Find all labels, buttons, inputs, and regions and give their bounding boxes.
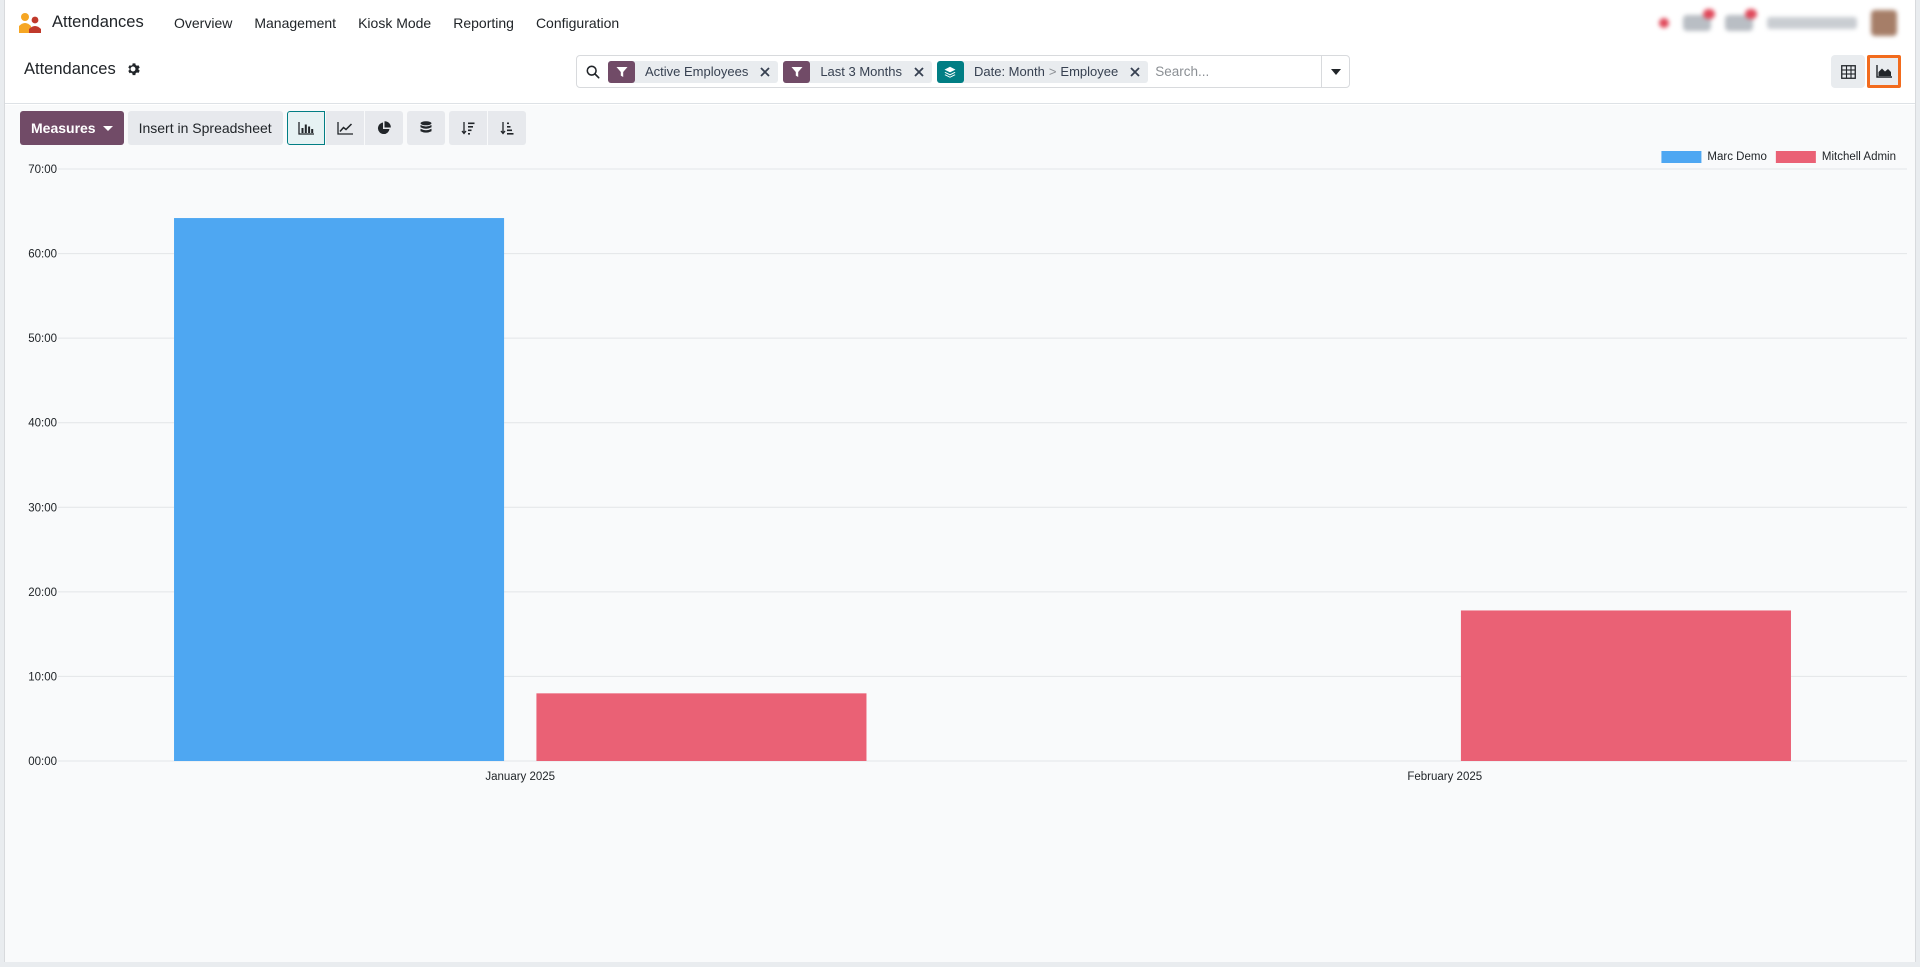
line-chart-icon [337, 121, 353, 135]
bar-chart-button[interactable] [286, 111, 325, 145]
app-frame: Attendances Overview Management Kiosk Mo… [4, 0, 1916, 962]
group-separator: > [1048, 64, 1057, 79]
main-menu: Overview Management Kiosk Mode Reporting… [163, 0, 630, 46]
legend-swatch [1775, 151, 1816, 163]
legend-swatch [1661, 151, 1702, 163]
sort-ascending-icon [500, 122, 514, 135]
bar-mitchell-admin [536, 693, 867, 761]
facet-label: Date: Month > Employee [964, 64, 1126, 79]
pivot-view-button[interactable] [1831, 55, 1865, 88]
y-tick-label: 60:00 [28, 249, 57, 261]
page-title: Attendances [24, 60, 116, 78]
graph-view-content: Measures Insert in Spreadsheet 00:00 10:… [5, 105, 1915, 962]
bar-chart: 00:00 10:00 20:00 30:00 40:00 50:00 60:00 70:00… [28, 151, 1907, 783]
menu-management[interactable]: Management [243, 0, 347, 46]
control-panel: Attendances Active Employees Last 3 Mont… [5, 46, 1915, 104]
menu-overview[interactable]: Overview [163, 0, 243, 46]
measures-dropdown-button[interactable]: Measures [20, 111, 124, 145]
x-tick-label: January 2025 [485, 771, 555, 783]
remove-facet-close-icon[interactable] [910, 66, 928, 77]
company-switcher[interactable] [1767, 17, 1857, 29]
y-tick-label: 10:00 [28, 671, 57, 683]
y-tick-label: 70:00 [28, 164, 57, 176]
graph-view-button[interactable] [1867, 55, 1901, 88]
attendances-app-icon[interactable] [19, 12, 43, 34]
facet-label: Last 3 Months [820, 64, 902, 79]
sort-group [448, 111, 526, 145]
y-tick-label: 50:00 [28, 333, 57, 345]
measures-label: Measures [31, 120, 96, 136]
menu-configuration[interactable]: Configuration [525, 0, 630, 46]
menu-kiosk-mode[interactable]: Kiosk Mode [347, 0, 442, 46]
messages-icon[interactable] [1683, 9, 1715, 31]
bar-mitchell-admin [1460, 610, 1791, 761]
database-stack-icon [420, 121, 432, 133]
search-bar[interactable]: Active Employees Last 3 Months Date: Mon… [576, 55, 1350, 88]
remove-facet-close-icon[interactable] [756, 66, 774, 77]
table-icon [1840, 64, 1856, 79]
filter-icon [783, 60, 811, 83]
sort-descending-button[interactable] [448, 111, 487, 145]
remove-facet-close-icon[interactable] [1126, 66, 1144, 77]
y-tick-label: 20:00 [28, 587, 57, 599]
pie-chart-icon [377, 121, 391, 135]
activities-icon[interactable] [1725, 9, 1757, 31]
pie-chart-button[interactable] [364, 111, 403, 145]
facet-active-employees: Active Employees [608, 60, 779, 83]
facet-last-3-months: Last 3 Months [783, 60, 932, 83]
legend-label: Mitchell Admin [1822, 151, 1896, 163]
top-navbar: Attendances Overview Management Kiosk Mo… [5, 0, 1915, 46]
search-icon[interactable] [577, 65, 608, 79]
status-dot-icon[interactable] [1659, 18, 1669, 28]
facet-label: Active Employees [645, 64, 749, 79]
insert-in-spreadsheet-button[interactable]: Insert in Spreadsheet [127, 111, 283, 145]
graph-toolbar: Measures Insert in Spreadsheet [20, 111, 526, 145]
search-options-toggle[interactable] [1321, 56, 1349, 87]
bar-marc-demo [174, 218, 505, 762]
bar-chart-icon [298, 121, 314, 135]
area-chart-icon [1876, 65, 1892, 78]
layers-icon [936, 60, 964, 83]
sort-ascending-button[interactable] [487, 111, 526, 145]
stacked-toggle-button[interactable] [406, 111, 445, 145]
app-name[interactable]: Attendances [52, 13, 144, 32]
y-tick-label: 40:00 [28, 418, 57, 430]
menu-reporting[interactable]: Reporting [442, 0, 525, 46]
caret-down-icon [102, 125, 113, 131]
y-tick-label: 00:00 [28, 756, 57, 768]
view-switcher [1831, 55, 1901, 88]
systray [1659, 8, 1897, 38]
group-by-month: Date: Month [973, 64, 1045, 79]
user-avatar[interactable] [1871, 10, 1897, 36]
search-input[interactable] [1153, 64, 1324, 79]
x-tick-label: February 2025 [1407, 771, 1482, 783]
caret-down-icon [1330, 68, 1341, 75]
gear-icon[interactable] [126, 62, 140, 76]
graph-chart-area: 00:00 10:00 20:00 30:00 40:00 50:00 60:00 70:00… [5, 145, 1917, 962]
group-by-employee: Employee [1060, 64, 1119, 79]
y-tick-label: 30:00 [28, 502, 57, 514]
sort-descending-icon [461, 122, 475, 135]
legend-label: Marc Demo [1707, 151, 1766, 163]
filter-icon [608, 60, 635, 83]
chart-type-group [286, 111, 403, 145]
line-chart-button[interactable] [325, 111, 364, 145]
facet-group-by: Date: Month > Employee [936, 60, 1149, 83]
